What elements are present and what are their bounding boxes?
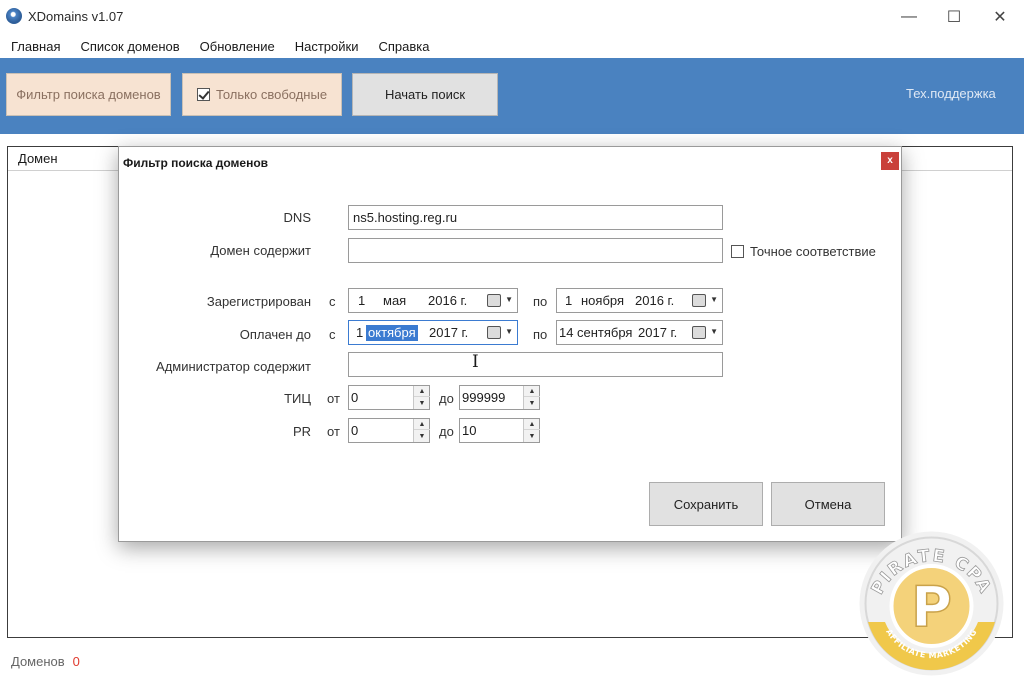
date-day: 14 [559, 325, 574, 340]
app-logo-icon [6, 8, 22, 24]
dns-label: DNS [283, 210, 311, 225]
spin-down-icon[interactable]: ▼ [414, 431, 430, 442]
spin-down-icon[interactable]: ▼ [414, 398, 430, 409]
registered-to-word: по [533, 294, 548, 309]
menu-settings[interactable]: Настройки [295, 39, 359, 54]
status-bar: Доменов 0 [11, 654, 80, 669]
tic-to-input[interactable]: 999999 ▲ ▼ [459, 385, 540, 410]
tic-from-input[interactable]: 0 ▲ ▼ [348, 385, 430, 410]
filter-dialog: Фильтр поиска доменов x DNS ns5.hosting.… [118, 146, 902, 542]
paid-to-date[interactable]: 14 сентября 2017 г. ▼ [556, 320, 723, 345]
cancel-button[interactable]: Отмена [771, 482, 885, 526]
filter-button[interactable]: Фильтр поиска доменов [6, 73, 171, 116]
pr-to-input[interactable]: 10 ▲ ▼ [459, 418, 540, 443]
registered-label: Зарегистрирован [206, 294, 311, 309]
tic-from-value: 0 [351, 390, 359, 405]
registered-to-date[interactable]: 1 ноября 2016 г. ▼ [556, 288, 723, 313]
domain-contains-input[interactable] [348, 238, 723, 263]
spin-up-icon[interactable]: ▲ [414, 386, 430, 397]
dns-input[interactable]: ns5.hosting.reg.ru [348, 205, 723, 230]
chevron-down-icon: ▼ [505, 327, 513, 336]
exact-match-label: Точное соответствие [750, 244, 876, 259]
date-month: мая [383, 293, 407, 308]
support-link[interactable]: Тех.поддержка [906, 86, 996, 101]
pr-label: PR [292, 424, 311, 439]
text-cursor-icon: I [472, 352, 479, 372]
menu-home[interactable]: Главная [11, 39, 60, 54]
menu-help[interactable]: Справка [378, 39, 429, 54]
spin-up-icon[interactable]: ▲ [524, 419, 540, 430]
minimize-button[interactable]: — [886, 0, 932, 34]
chevron-down-icon: ▼ [710, 327, 718, 336]
date-year: 2016 г. [428, 293, 468, 308]
free-only-checkbox[interactable] [196, 88, 210, 101]
spinner-buttons[interactable]: ▲ ▼ [523, 419, 540, 442]
chevron-down-icon: ▼ [710, 295, 718, 304]
menu-domain-list[interactable]: Список доменов [80, 39, 179, 54]
title-bar: XDomains v1.07 — ☐ ✕ [0, 0, 1024, 34]
date-year: 2016 г. [635, 293, 675, 308]
toolbar: Фильтр поиска доменов Только свободные Н… [0, 58, 1024, 134]
window-title: XDomains v1.07 [28, 9, 124, 24]
spin-down-icon[interactable]: ▼ [524, 398, 540, 409]
pr-from-value: 0 [351, 423, 359, 438]
paid-until-label: Оплачен до [239, 327, 311, 342]
domain-contains-label: Домен содержит [210, 243, 311, 258]
pirate-cpa-watermark: P PIRATE CPA AFFILIATE MARKETING [859, 531, 1004, 676]
maximize-button[interactable]: ☐ [931, 0, 977, 34]
exact-match-checkbox[interactable] [731, 245, 744, 258]
date-month-selected[interactable]: октября [366, 325, 418, 341]
start-search-button[interactable]: Начать поиск [352, 73, 498, 116]
date-day: 1 [358, 293, 366, 308]
dialog-title: Фильтр поиска доменов [123, 156, 269, 170]
paid-from-date[interactable]: 1 октября 2017 г. ▼ [348, 320, 518, 345]
calendar-icon[interactable] [692, 294, 706, 307]
admin-contains-label: Администратор содержит [156, 359, 311, 374]
paid-from-word: с [329, 327, 336, 342]
close-window-button[interactable]: ✕ [977, 0, 1023, 34]
save-button[interactable]: Сохранить [649, 482, 763, 526]
date-month: сентября [577, 325, 633, 340]
calendar-icon[interactable] [487, 326, 501, 339]
menu-update[interactable]: Обновление [200, 39, 275, 54]
tic-from-word: от [327, 391, 340, 406]
free-only-toggle[interactable]: Только свободные [182, 73, 342, 116]
pr-to-word: до [439, 424, 454, 439]
date-year: 2017 г. [429, 325, 469, 340]
menu-bar: Главная Список доменов Обновление Настро… [0, 34, 1024, 58]
date-month: ноября [581, 293, 625, 308]
watermark-letter: P [911, 575, 952, 640]
spin-up-icon[interactable]: ▲ [414, 419, 430, 430]
date-day: 1 [356, 325, 364, 340]
tic-to-value: 999999 [462, 390, 506, 405]
tic-label: ТИЦ [284, 391, 311, 406]
spinner-buttons[interactable]: ▲ ▼ [523, 386, 540, 409]
paid-to-word: по [533, 327, 548, 342]
date-year: 2017 г. [638, 325, 678, 340]
chevron-down-icon: ▼ [505, 295, 513, 304]
status-count: 0 [72, 654, 80, 669]
spinner-buttons[interactable]: ▲ ▼ [413, 386, 430, 409]
pr-from-word: от [327, 424, 340, 439]
registered-from-word: с [329, 294, 336, 309]
spin-up-icon[interactable]: ▲ [524, 386, 540, 397]
registered-from-date[interactable]: 1 мая 2016 г. ▼ [348, 288, 518, 313]
tic-to-word: до [439, 391, 454, 406]
calendar-icon[interactable] [487, 294, 501, 307]
dialog-close-button[interactable]: x [881, 152, 899, 170]
pr-to-value: 10 [462, 423, 477, 438]
status-label: Доменов [11, 654, 65, 669]
spinner-buttons[interactable]: ▲ ▼ [413, 419, 430, 442]
free-only-label: Только свободные [215, 87, 328, 102]
date-day: 1 [565, 293, 573, 308]
pr-from-input[interactable]: 0 ▲ ▼ [348, 418, 430, 443]
calendar-icon[interactable] [692, 326, 706, 339]
admin-contains-input[interactable] [348, 352, 723, 377]
spin-down-icon[interactable]: ▼ [524, 431, 540, 442]
